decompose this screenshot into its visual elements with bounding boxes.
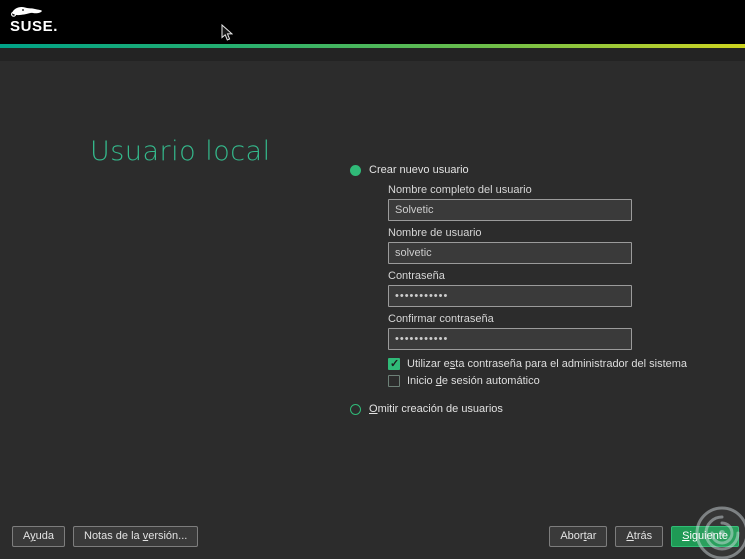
password-field: Contraseña (388, 270, 710, 307)
user-options: Utilizar esta contraseña para el adminis… (388, 357, 710, 387)
footer-right-buttons: Abortar Atrás Siguiente (549, 526, 739, 547)
fullname-field: Nombre completo del usuario (388, 184, 710, 221)
back-button[interactable]: Atrás (615, 526, 664, 547)
autologin-checkbox[interactable] (388, 375, 400, 387)
installer-window: SUSE. Usuario local Crear nuevo usuario … (0, 0, 745, 559)
admin-password-checkbox[interactable] (388, 357, 400, 370)
skip-users-radio[interactable] (350, 403, 361, 415)
button-bar: Ayuda Notas de la versión... Abortar Atr… (12, 526, 739, 547)
confirm-password-label: Confirmar contraseña (388, 313, 494, 325)
header-shadow-band (0, 48, 745, 61)
create-user-radio[interactable] (350, 164, 361, 176)
confirm-password-field: Confirmar contraseña (388, 313, 710, 350)
footer-left-buttons: Ayuda Notas de la versión... (12, 526, 199, 547)
autologin-row[interactable]: Inicio de sesión automático (388, 375, 710, 387)
password-label: Contraseña (388, 270, 445, 282)
page-title: Usuario local (90, 136, 271, 167)
suse-logo: SUSE. (10, 4, 58, 34)
user-fields: Nombre completo del usuario Nombre de us… (388, 184, 710, 350)
fullname-label: Nombre completo del usuario (388, 184, 532, 196)
abort-button[interactable]: Abortar (549, 526, 608, 547)
radio-row-skip-users[interactable]: Omitir creación de usuarios (350, 403, 710, 415)
suse-logo-text: SUSE. (10, 18, 59, 35)
suse-geeko-icon (10, 7, 42, 17)
username-label: Nombre de usuario (388, 227, 482, 239)
top-bar: SUSE. (0, 0, 745, 44)
autologin-label: Inicio de sesión automático (407, 375, 540, 387)
release-notes-button[interactable]: Notas de la versión... (73, 526, 199, 547)
password-input[interactable] (388, 285, 632, 307)
admin-password-row[interactable]: Utilizar esta contraseña para el adminis… (388, 357, 710, 370)
confirm-password-input[interactable] (388, 328, 632, 350)
radio-row-create-user[interactable]: Crear nuevo usuario (350, 164, 710, 176)
next-button[interactable]: Siguiente (671, 526, 739, 547)
skip-users-radio-label: Omitir creación de usuarios (369, 403, 503, 415)
mouse-cursor (221, 24, 233, 41)
admin-password-label: Utilizar esta contraseña para el adminis… (407, 358, 688, 370)
username-input[interactable] (388, 242, 632, 264)
local-user-form: Crear nuevo usuario Nombre completo del … (350, 164, 710, 423)
username-field: Nombre de usuario (388, 227, 710, 264)
fullname-input[interactable] (388, 199, 632, 221)
help-button[interactable]: Ayuda (12, 526, 65, 547)
create-user-radio-label: Crear nuevo usuario (369, 164, 469, 176)
